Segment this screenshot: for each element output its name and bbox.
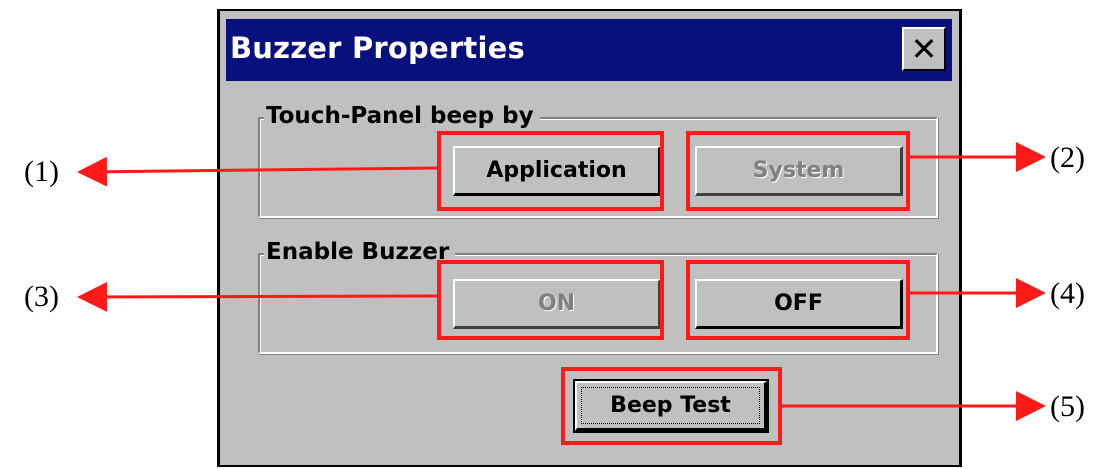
annotation-label-1: (1) [24,155,59,188]
annotation-arrows [77,142,1046,421]
arrow-3 [77,281,438,312]
annotation-label-4: (4) [1050,277,1085,310]
arrow-1 [77,156,438,187]
annotation-label-5: (5) [1050,390,1085,423]
annotation-label-3: (3) [24,280,59,313]
annotation-label-2: (2) [1050,141,1085,174]
